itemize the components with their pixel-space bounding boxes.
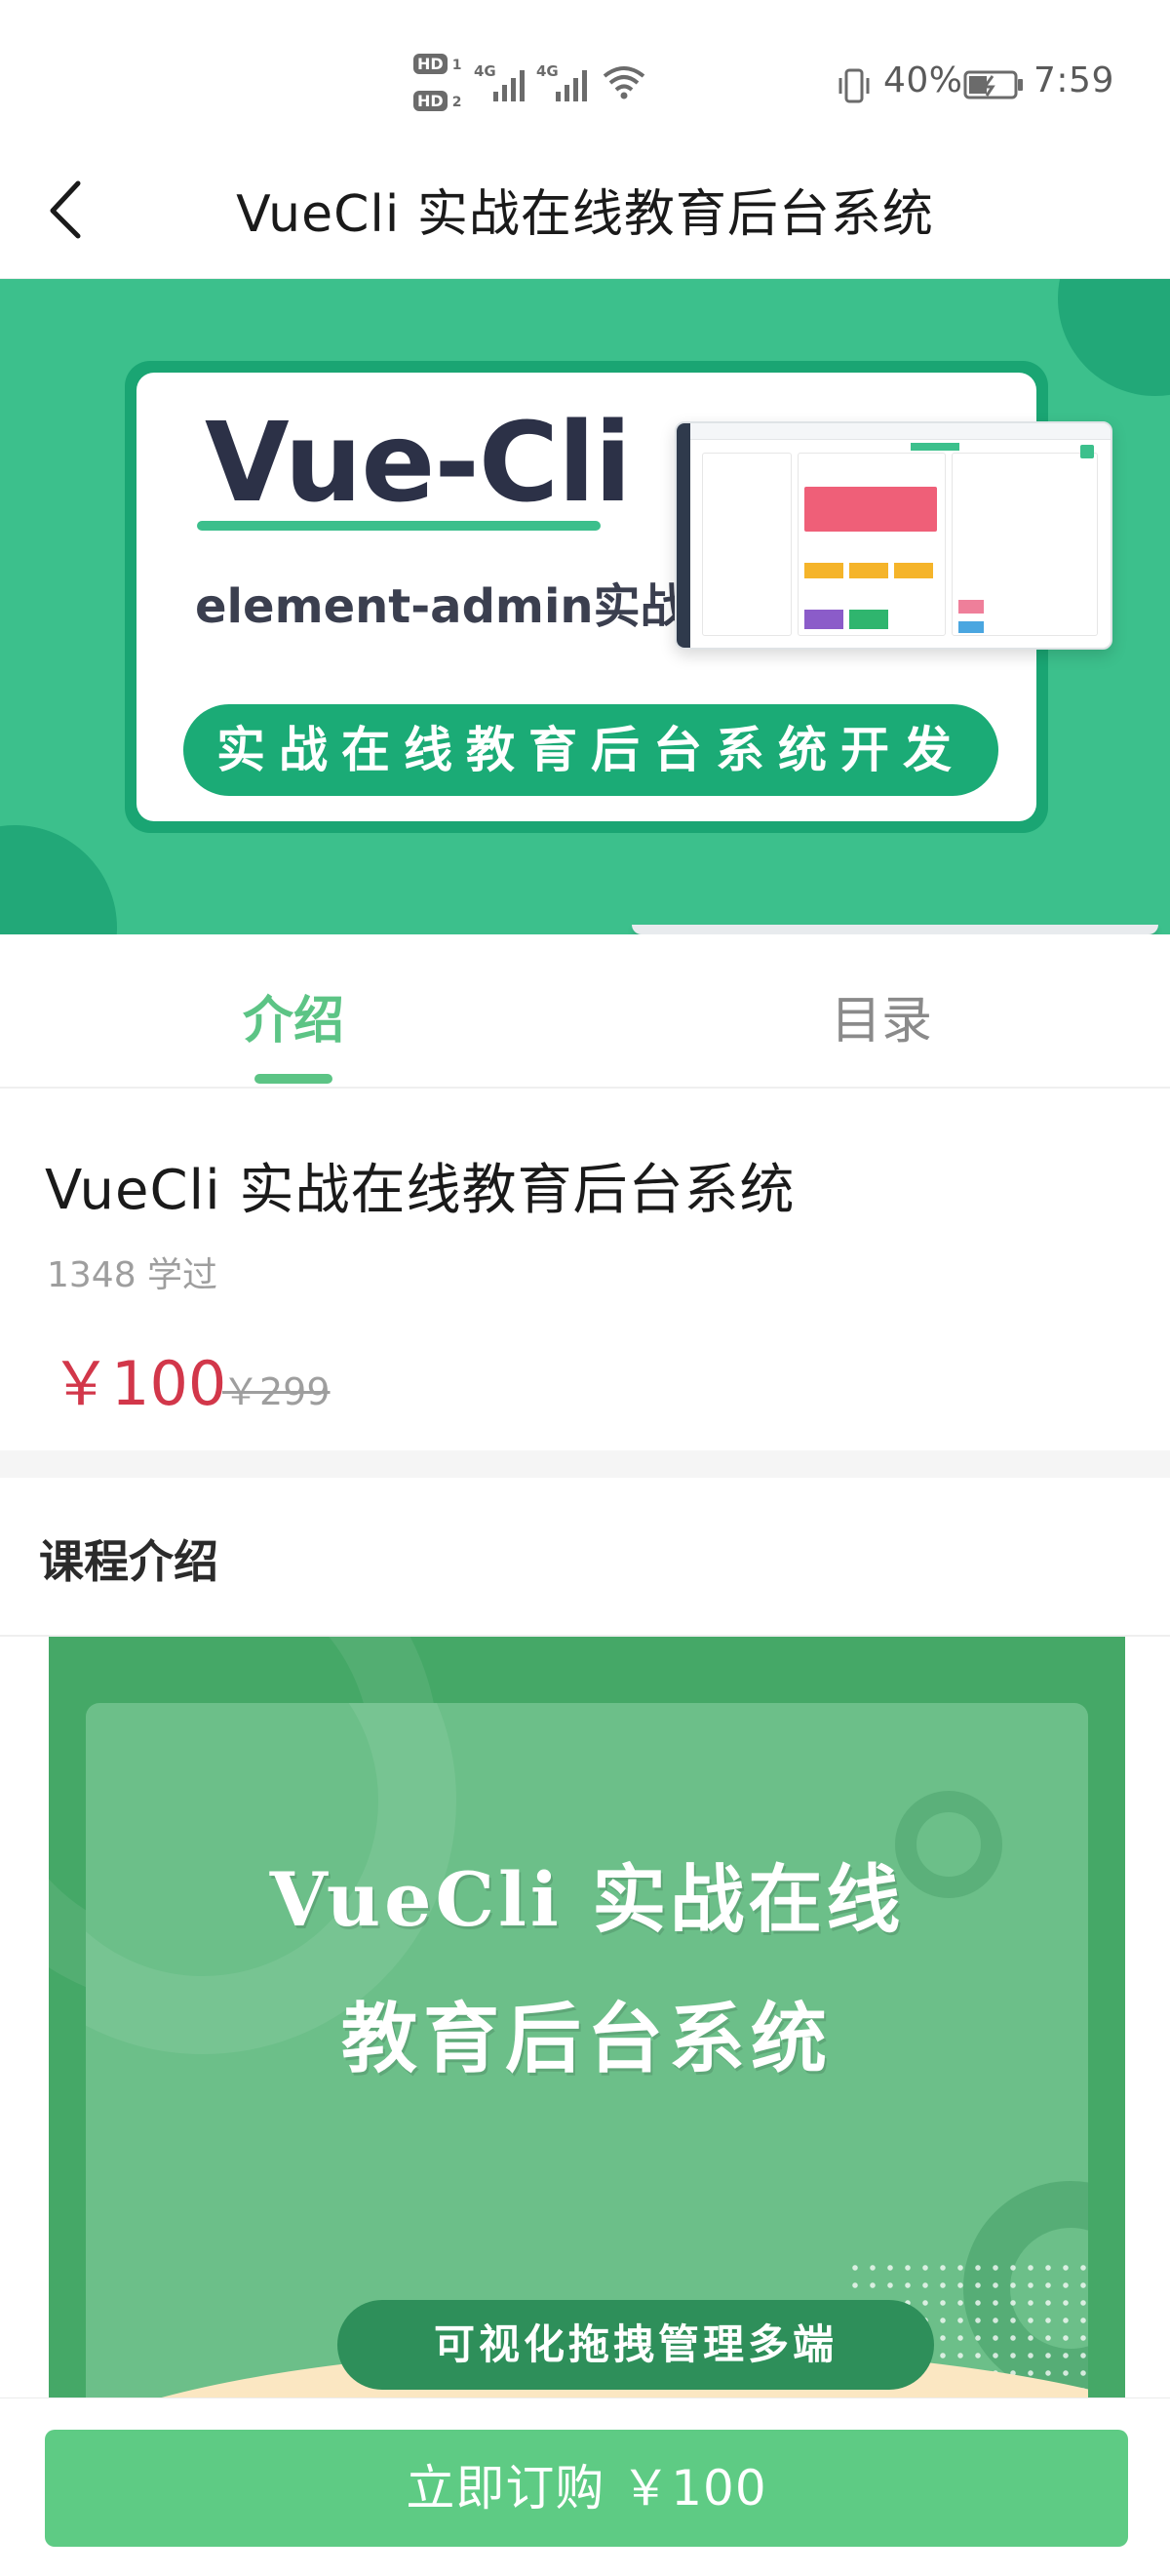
poster-title-line2: 教育后台系统: [340, 1995, 833, 2083]
wifi-icon: [603, 66, 645, 99]
status-bar: HD 1 HD 2 4G 4G 40% 7:59: [0, 0, 1170, 146]
mock-topbar: [690, 423, 1111, 440]
decor-circle: [0, 825, 117, 934]
learner-count: 1348 学过: [47, 1255, 218, 1295]
poster-pill: 可视化拖拽管理多端: [337, 2300, 934, 2390]
hd2-indicator: HD 2: [413, 91, 462, 111]
poster-title-line1: VueCli 实战在线: [269, 1856, 905, 1943]
mock-panel: [798, 453, 946, 636]
course-banner: Vue-Cli element-admin实战 实战在线教育后台系统开发: [0, 279, 1170, 934]
current-price: ￥100: [51, 1348, 227, 1419]
page-title: VueCli 实战在线教育后台系统: [236, 185, 934, 244]
admin-screenshot-image: [675, 421, 1112, 650]
top-navbar: VueCli 实战在线教育后台系统: [0, 146, 1170, 279]
banner-title: Vue-Cli: [205, 400, 632, 527]
hd2-badge: HD: [413, 91, 448, 111]
mock-panel: [702, 453, 792, 636]
subscribe-button[interactable]: 立即订购 ￥100: [45, 2430, 1128, 2547]
course-intro-image: VueCli 实战在线 教育后台系统 可视化拖拽管理多端: [49, 1637, 1125, 2407]
battery-percent: 40%: [883, 60, 963, 100]
hd1-sub: 1: [451, 58, 462, 73]
laptop-base: [632, 925, 1158, 934]
decor-circle: [1058, 279, 1170, 396]
section-heading: 课程介绍: [39, 1535, 218, 1588]
original-price: ￥299: [222, 1370, 331, 1413]
tab-bar: 介绍 目录: [0, 934, 1170, 1089]
hd2-sub: 2: [451, 95, 462, 110]
banner-subtitle: element-admin实战: [195, 579, 687, 634]
mock-sidebar: [677, 423, 690, 648]
hd1-badge: HD: [413, 54, 448, 74]
course-title: VueCli 实战在线教育后台系统: [45, 1159, 796, 1222]
tab-intro[interactable]: 介绍: [176, 979, 410, 1052]
vibrate-icon: [838, 68, 870, 103]
mock-badge: [1080, 445, 1094, 458]
hd1-indicator: HD 1: [413, 54, 462, 74]
bottom-action-bar: 立即订购 ￥100: [0, 2398, 1170, 2576]
title-underline: [197, 521, 601, 531]
mock-tab: [911, 443, 959, 451]
battery-icon: [963, 70, 1023, 99]
section-divider: [0, 1450, 1170, 1478]
clock: 7:59: [1034, 60, 1114, 100]
mock-panel: [952, 453, 1098, 636]
poster-card: VueCli 实战在线 教育后台系统 可视化拖拽管理多端: [86, 1703, 1088, 2407]
banner-pill: 实战在线教育后台系统开发: [183, 704, 998, 796]
active-tab-indicator: [254, 1074, 332, 1084]
tab-catalog[interactable]: 目录: [764, 979, 998, 1052]
